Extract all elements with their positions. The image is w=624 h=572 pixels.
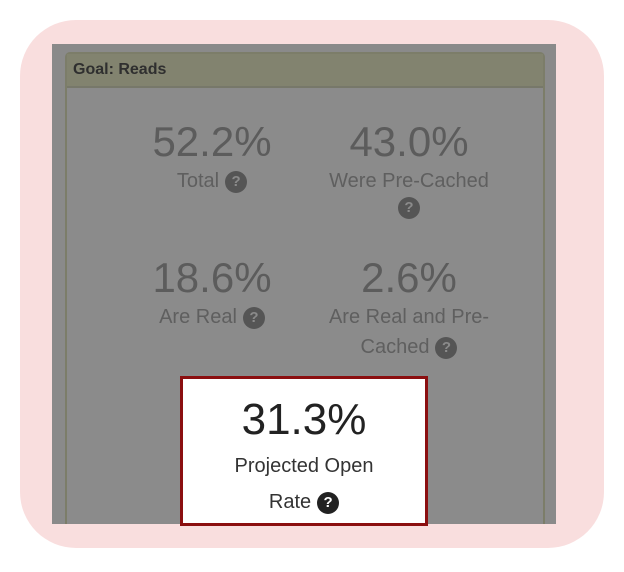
projected-open-rate-card: 31.3% Projected Open Rate?	[180, 376, 428, 526]
stat-real-pre-cached-label-line2: Cached	[360, 336, 430, 358]
projected-open-rate-label-row2: Rate?	[183, 487, 425, 517]
help-icon[interactable]: ?	[398, 197, 420, 219]
stat-real-label: Are Real	[159, 306, 237, 328]
stat-pre-cached: 43.0% Were Pre-Cached ?	[314, 118, 504, 222]
stat-total-label-row: Total?	[142, 166, 282, 196]
projected-open-rate-label-line2: Rate	[268, 491, 312, 513]
projected-open-rate-value: 31.3%	[241, 395, 367, 444]
stat-real: 18.6% Are Real?	[132, 254, 292, 332]
stat-total-value: 52.2%	[152, 118, 272, 165]
projected-open-rate-label-line1: Projected Open	[234, 455, 374, 477]
stat-total-label: Total	[176, 170, 220, 192]
stat-real-pre-cached: 2.6% Are Real and Pre- Cached?	[309, 254, 509, 362]
help-icon[interactable]: ?	[317, 492, 340, 514]
stat-pre-cached-help-row: ?	[314, 196, 504, 222]
stat-real-pre-cached-label-row2: Cached?	[309, 332, 509, 362]
help-icon[interactable]: ?	[242, 307, 265, 329]
stat-total: 52.2% Total?	[142, 118, 282, 196]
stat-pre-cached-label: Were Pre-Cached	[329, 170, 489, 192]
stat-real-label-row: Are Real?	[132, 302, 292, 332]
help-icon[interactable]: ?	[435, 337, 458, 359]
stat-real-pre-cached-value: 2.6%	[361, 254, 457, 301]
help-icon[interactable]: ?	[225, 171, 248, 193]
stat-real-pre-cached-label-line1: Are Real and Pre-	[328, 306, 490, 328]
panel-title: Goal: Reads	[67, 54, 543, 88]
stat-pre-cached-value: 43.0%	[349, 118, 469, 165]
stat-real-value: 18.6%	[152, 254, 272, 301]
